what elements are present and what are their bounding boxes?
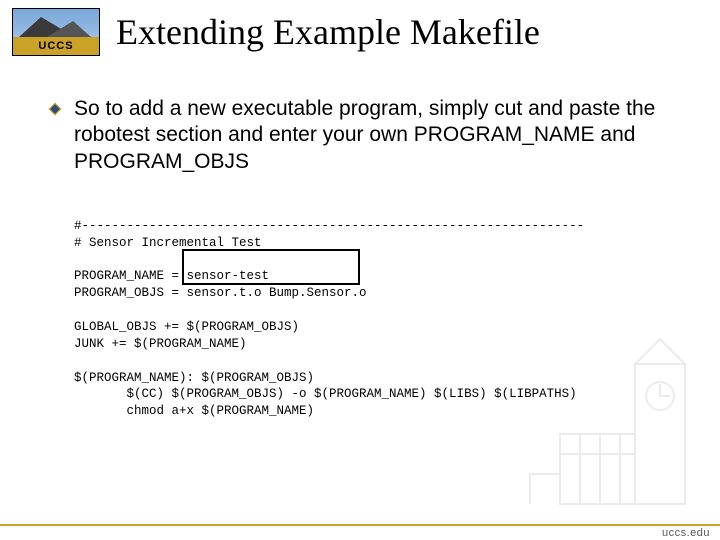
code-line: #---------------------------------------… (74, 219, 584, 233)
code-line: chmod a+x $(PROGRAM_NAME) (74, 404, 314, 418)
slide-title: Extending Example Makefile (116, 11, 540, 53)
diamond-bullet-icon (48, 102, 62, 116)
bullet-item: So to add a new executable program, simp… (48, 96, 672, 175)
code-line: JUNK += $(PROGRAM_NAME) (74, 337, 247, 351)
code-line: GLOBAL_OBJS += $(PROGRAM_OBJS) (74, 320, 299, 334)
code-line: PROGRAM_NAME = sensor-test (74, 269, 269, 283)
makefile-code: #---------------------------------------… (74, 201, 672, 454)
code-line: $(PROGRAM_NAME): $(PROGRAM_OBJS) (74, 371, 314, 385)
header: UCCS Extending Example Makefile (0, 0, 720, 56)
slide-content: So to add a new executable program, simp… (0, 56, 720, 454)
footer-url: uccs.edu (662, 527, 710, 539)
code-line: # Sensor Incremental Test (74, 236, 262, 250)
footer-bar (0, 524, 720, 540)
code-line: $(CC) $(PROGRAM_OBJS) -o $(PROGRAM_NAME)… (74, 387, 577, 401)
logo-text: UCCS (13, 37, 99, 55)
code-line: PROGRAM_OBJS = sensor.t.o Bump.Sensor.o (74, 286, 367, 300)
uccs-logo: UCCS (12, 8, 100, 56)
bullet-text: So to add a new executable program, simp… (74, 96, 672, 175)
